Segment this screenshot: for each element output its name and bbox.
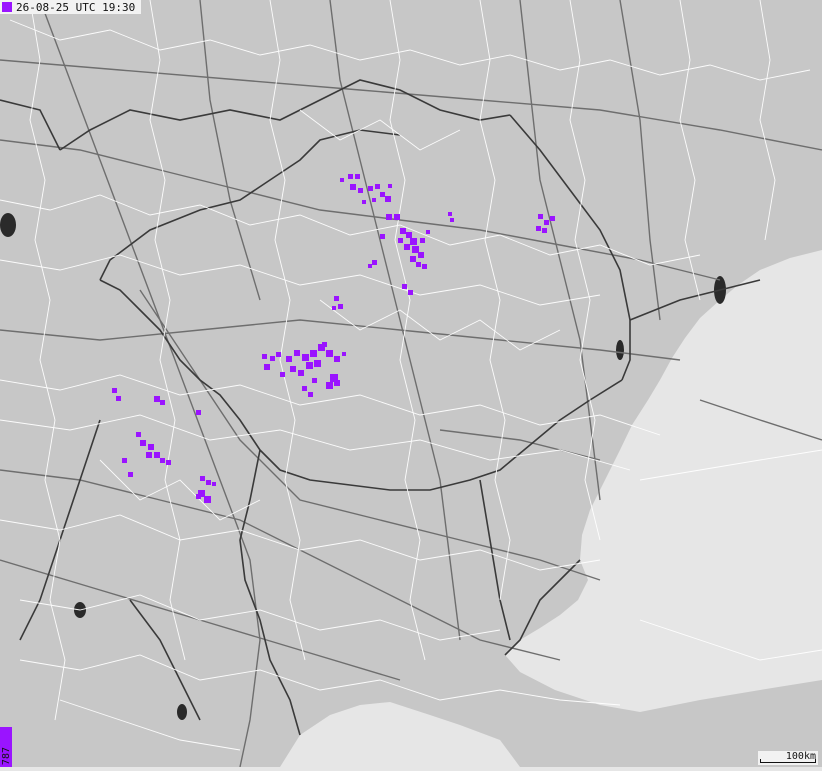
lightning-strike bbox=[542, 228, 547, 233]
lightning-strike bbox=[298, 370, 304, 376]
lightning-strike bbox=[388, 184, 392, 188]
lightning-strike bbox=[154, 396, 160, 402]
lightning-strike bbox=[448, 212, 452, 216]
scale-line bbox=[760, 759, 816, 763]
lightning-strike bbox=[294, 350, 300, 356]
lightning-strike bbox=[410, 238, 417, 245]
lightning-strike bbox=[276, 352, 281, 357]
lightning-strike bbox=[404, 244, 410, 250]
lightning-strike bbox=[385, 196, 391, 202]
lightning-strike bbox=[334, 296, 339, 301]
lightning-strike bbox=[116, 396, 121, 401]
lightning-strike bbox=[372, 260, 377, 265]
lightning-strike bbox=[136, 432, 141, 437]
lightning-strike bbox=[412, 246, 419, 253]
lightning-strike bbox=[160, 400, 165, 405]
lightning-strike bbox=[326, 350, 333, 357]
lightning-strike bbox=[408, 290, 413, 295]
lightning-strike bbox=[112, 388, 117, 393]
lightning-strike bbox=[355, 174, 360, 179]
lightning-strike bbox=[212, 482, 216, 486]
lightning-strike bbox=[200, 476, 205, 481]
lightning-strike bbox=[342, 352, 346, 356]
lightning-strike bbox=[380, 234, 385, 239]
lightning-strike bbox=[538, 214, 543, 219]
lightning-strike bbox=[348, 174, 353, 179]
lightning-strike bbox=[166, 460, 171, 465]
lightning-strike bbox=[302, 386, 307, 391]
lightning-strike bbox=[128, 472, 133, 477]
lightning-strike bbox=[422, 264, 427, 269]
lightning-strike bbox=[196, 494, 201, 499]
lightning-strike bbox=[406, 232, 412, 238]
lightning-strike bbox=[550, 216, 555, 221]
lightning-strike bbox=[368, 264, 372, 268]
lightning-strike bbox=[310, 350, 317, 357]
lightning-strike bbox=[270, 356, 275, 361]
lightning-strike bbox=[196, 410, 201, 415]
lightning-strike bbox=[340, 178, 344, 182]
lake-balaton bbox=[0, 213, 16, 237]
scale-bar: 100km bbox=[758, 751, 818, 765]
strike-count-bar: 787 bbox=[0, 727, 12, 767]
lightning-strike bbox=[140, 440, 146, 446]
lightning-strike bbox=[290, 366, 296, 372]
lightning-strike bbox=[154, 452, 160, 458]
lightning-strike bbox=[322, 342, 327, 347]
lightning-strike bbox=[146, 452, 152, 458]
map-canvas bbox=[0, 0, 822, 767]
lightning-strike bbox=[334, 356, 340, 362]
lightning-strike bbox=[380, 192, 385, 197]
lightning-strike bbox=[338, 304, 343, 309]
lightning-strike bbox=[160, 458, 165, 463]
lake-prespa bbox=[177, 704, 187, 720]
lightning-strike bbox=[350, 184, 356, 190]
lightning-strike bbox=[332, 306, 336, 310]
lightning-strike bbox=[264, 364, 270, 370]
lightning-strike bbox=[262, 354, 267, 359]
lightning-strike bbox=[536, 226, 541, 231]
strike-legend-swatch bbox=[2, 2, 12, 12]
lake-dark bbox=[616, 340, 624, 360]
lightning-strike bbox=[362, 200, 366, 204]
lightning-strike bbox=[312, 378, 317, 383]
lightning-strike bbox=[544, 220, 549, 225]
lightning-strike bbox=[314, 360, 321, 367]
lightning-strike bbox=[450, 218, 454, 222]
lightning-strike bbox=[372, 198, 376, 202]
lightning-strike bbox=[306, 362, 313, 369]
lightning-strike bbox=[426, 230, 430, 234]
lightning-map[interactable] bbox=[0, 0, 822, 767]
lightning-strike bbox=[148, 444, 154, 450]
lightning-strike bbox=[368, 186, 373, 191]
lightning-strike bbox=[302, 354, 309, 361]
lightning-strike bbox=[358, 188, 363, 193]
lightning-strike bbox=[122, 458, 127, 463]
lightning-strike bbox=[286, 356, 292, 362]
lightning-strike bbox=[386, 214, 392, 220]
lightning-strike bbox=[410, 256, 416, 262]
lightning-strike bbox=[206, 480, 211, 485]
lightning-strike bbox=[326, 382, 333, 389]
timestamp-label: 26-08-25 UTC 19:30 bbox=[0, 0, 141, 14]
lightning-strike bbox=[204, 496, 211, 503]
lightning-strike bbox=[398, 238, 403, 243]
strike-count-text: 787 bbox=[1, 747, 12, 765]
lightning-strike bbox=[334, 380, 340, 386]
lightning-strike bbox=[420, 238, 425, 243]
lightning-strike bbox=[280, 372, 285, 377]
lightning-strike bbox=[402, 284, 407, 289]
lightning-strike bbox=[400, 228, 406, 234]
lightning-strike bbox=[416, 262, 421, 267]
timestamp-text: 26-08-25 UTC 19:30 bbox=[16, 1, 135, 14]
lightning-strike bbox=[394, 214, 400, 220]
lightning-strike bbox=[375, 184, 380, 189]
lightning-strike bbox=[418, 252, 424, 258]
lightning-strike bbox=[308, 392, 313, 397]
